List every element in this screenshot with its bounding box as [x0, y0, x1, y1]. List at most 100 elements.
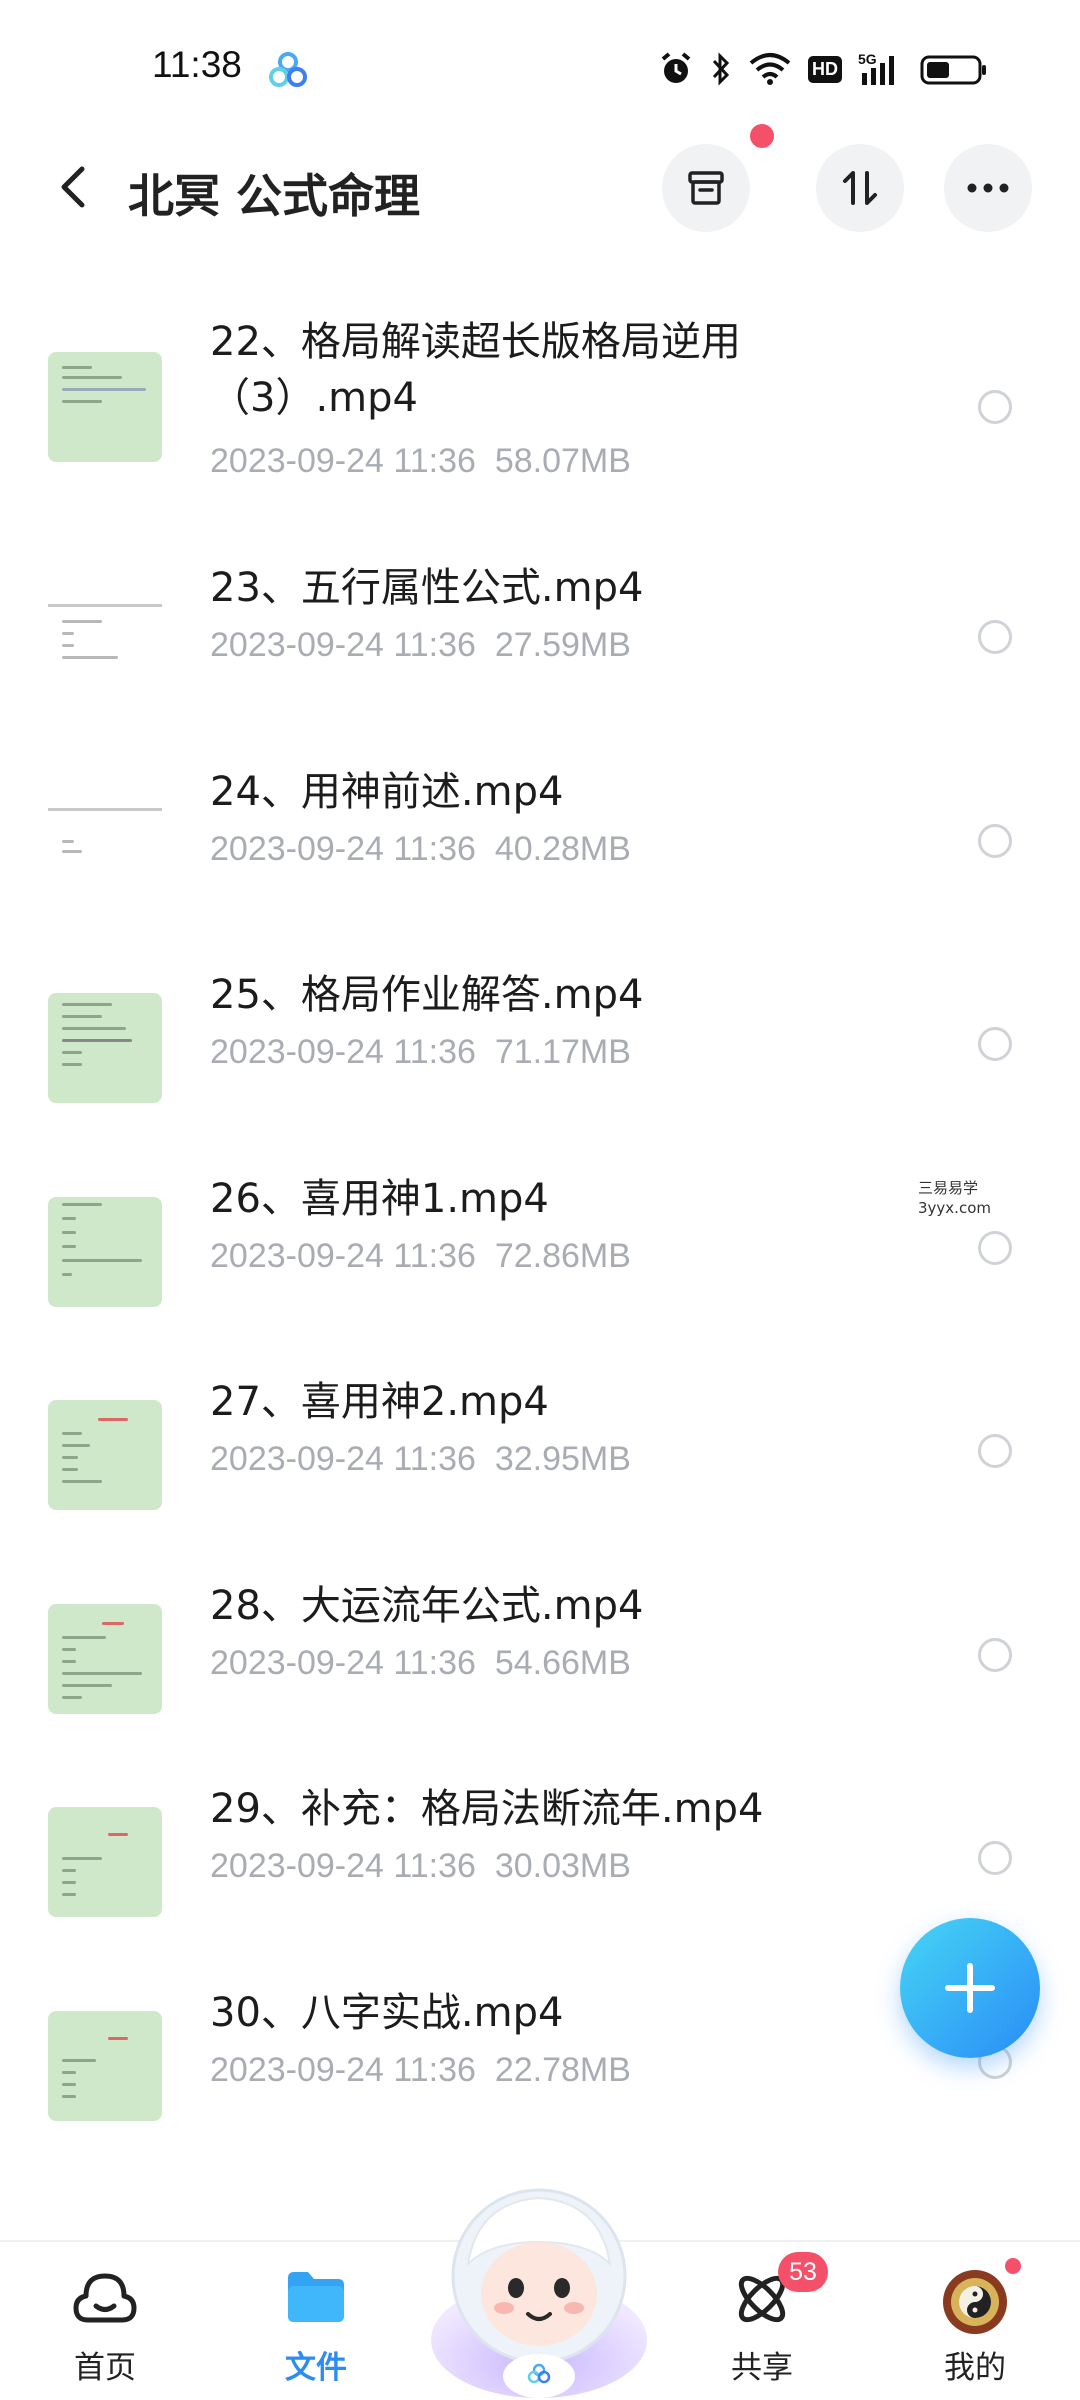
file-size: 54.66MB	[494, 1643, 631, 1682]
select-radio[interactable]	[978, 620, 1012, 654]
file-date: 2023-09-24 11:36	[210, 626, 476, 664]
file-name: 24、用神前述.mp4	[210, 768, 564, 815]
file-name: 28、大运流年公式.mp4	[210, 1582, 644, 1629]
back-button[interactable]	[48, 162, 98, 212]
select-radio[interactable]	[978, 1434, 1012, 1468]
file-size: 30.03MB	[494, 1847, 631, 1885]
select-radio[interactable]	[978, 1841, 1012, 1875]
status-icons: HD 5G	[658, 48, 988, 90]
video-thumbnail	[48, 2010, 162, 2121]
nav-share-label: 共享	[731, 2350, 793, 2386]
chevron-left-icon	[61, 166, 85, 208]
file-date: 2023-09-24 11:36	[210, 2050, 476, 2089]
mascot-assistant-button[interactable]	[428, 2172, 650, 2400]
battery-icon	[920, 55, 986, 85]
file-item[interactable]: 23、五行属性公式.mp4 2023-09-24 11:36 27.59MB	[0, 526, 1080, 730]
file-size: 32.95MB	[494, 1440, 631, 1478]
video-thumbnail	[48, 1196, 162, 1307]
file-meta: 2023-09-24 11:36 32.95MB	[210, 1440, 631, 1479]
file-meta: 2023-09-24 11:36 40.28MB	[210, 830, 631, 869]
file-date: 2023-09-24 11:36	[210, 829, 476, 868]
file-meta: 2023-09-24 11:36 58.07MB	[210, 442, 631, 481]
plus-icon	[945, 1963, 995, 2013]
sort-button[interactable]	[816, 144, 904, 232]
file-size: 22.78MB	[494, 2050, 631, 2089]
page-title: 北冥 公式命理	[128, 169, 421, 223]
bluetooth-icon	[712, 52, 730, 86]
nav-mine[interactable]: 我的	[895, 2256, 1055, 2400]
notification-dot	[750, 124, 774, 148]
hd-icon: HD	[808, 55, 842, 83]
folder-icon	[288, 2272, 344, 2322]
avatar	[943, 2270, 1007, 2334]
select-radio[interactable]	[978, 823, 1012, 858]
alarm-icon	[661, 52, 691, 83]
more-button[interactable]	[944, 144, 1032, 232]
video-thumbnail	[48, 1400, 162, 1510]
nav-home-label: 首页	[74, 2350, 136, 2386]
nav-files-label: 文件	[285, 2350, 347, 2386]
file-name: 27、喜用神2.mp4	[210, 1379, 549, 1425]
more-icon	[967, 183, 1009, 193]
file-date: 2023-09-24 11:36	[210, 1440, 476, 1478]
video-thumbnail	[48, 586, 162, 696]
file-item[interactable]: 29、补充：格局法断流年.mp4 2023-09-24 11:36 30.03M…	[0, 1747, 1080, 1951]
file-date: 2023-09-24 11:36	[210, 1643, 476, 1682]
file-meta: 2023-09-24 11:36 22.78MB	[210, 2051, 631, 2090]
file-size: 27.59MB	[494, 626, 631, 664]
video-thumbnail	[48, 352, 162, 462]
archive-icon	[688, 171, 724, 205]
nav-files[interactable]: 文件	[236, 2260, 396, 2400]
file-name: 26、喜用神1.mp4	[210, 1175, 549, 1222]
watermark-line-1: 三易易学	[918, 1179, 979, 1197]
file-meta: 2023-09-24 11:36 71.17MB	[210, 1033, 631, 1072]
video-thumbnail	[48, 789, 162, 900]
add-button[interactable]	[900, 1918, 1040, 2058]
status-time: 11:38	[152, 44, 242, 85]
file-list: 22、格局解读超长版格局逆用（3）.mp4 2023-09-24 11:36 5…	[0, 290, 1080, 2154]
select-radio[interactable]	[978, 1027, 1012, 1061]
cloud-home-icon	[73, 2273, 137, 2323]
video-thumbnail	[48, 993, 162, 1103]
file-date: 2023-09-24 11:36	[210, 442, 476, 480]
nav-mine-label: 我的	[944, 2350, 1006, 2386]
select-radio[interactable]	[978, 1637, 1012, 1672]
file-meta: 2023-09-24 11:36 27.59MB	[210, 626, 631, 665]
baidu-netdisk-icon	[269, 52, 307, 87]
file-meta: 2023-09-24 11:36 30.03MB	[210, 1847, 631, 1886]
select-radio[interactable]	[978, 1230, 1012, 1265]
file-item[interactable]: 26、喜用神1.mp4 2023-09-24 11:36 72.86MB	[0, 1137, 1080, 1341]
svg-text:5G: 5G	[858, 51, 877, 67]
file-item[interactable]: 28、大运流年公式.mp4 2023-09-24 11:36 54.66MB	[0, 1544, 1080, 1748]
file-date: 2023-09-24 11:36	[210, 1236, 476, 1275]
file-size: 72.86MB	[494, 1236, 631, 1275]
select-radio[interactable]	[978, 390, 1012, 424]
nav-share[interactable]: 53 共享	[682, 2252, 842, 2400]
mine-notification-dot	[1003, 2256, 1023, 2276]
file-item[interactable]: 22、格局解读超长版格局逆用（3）.mp4 2023-09-24 11:36 5…	[0, 290, 1080, 526]
file-item[interactable]: 27、喜用神2.mp4 2023-09-24 11:36 32.95MB	[0, 1340, 1080, 1544]
video-thumbnail	[48, 1807, 162, 1917]
watermark: 三易易学 3yyx.com	[918, 1178, 991, 1218]
sort-icon	[843, 171, 877, 205]
video-thumbnail	[48, 1603, 162, 1714]
file-size: 71.17MB	[494, 1033, 631, 1071]
share-badge: 53	[778, 2252, 828, 2292]
status-bar: 11:38 HD 5G	[0, 0, 1080, 130]
wifi-icon	[749, 53, 791, 85]
file-size: 58.07MB	[494, 442, 631, 480]
file-size: 40.28MB	[494, 829, 631, 868]
file-meta: 2023-09-24 11:36 72.86MB	[210, 1237, 631, 1276]
file-name: 22、格局解读超长版格局逆用（3）.mp4	[210, 319, 741, 421]
file-name: 29、补充：格局法断流年.mp4	[210, 1786, 764, 1832]
header: 北冥 公式命理	[0, 124, 1080, 236]
archive-button[interactable]	[662, 144, 750, 232]
file-item[interactable]: 25、格局作业解答.mp4 2023-09-24 11:36 71.17MB	[0, 933, 1080, 1137]
nav-home[interactable]: 首页	[25, 2260, 185, 2400]
file-name: 30、八字实战.mp4	[210, 1989, 564, 2036]
5g-signal-icon: 5G	[858, 51, 894, 85]
file-item[interactable]: 24、用神前述.mp4 2023-09-24 11:36 40.28MB	[0, 730, 1080, 934]
file-date: 2023-09-24 11:36	[210, 1847, 476, 1885]
file-name: 25、格局作业解答.mp4	[210, 972, 644, 1018]
watermark-line-2: 3yyx.com	[918, 1199, 991, 1217]
